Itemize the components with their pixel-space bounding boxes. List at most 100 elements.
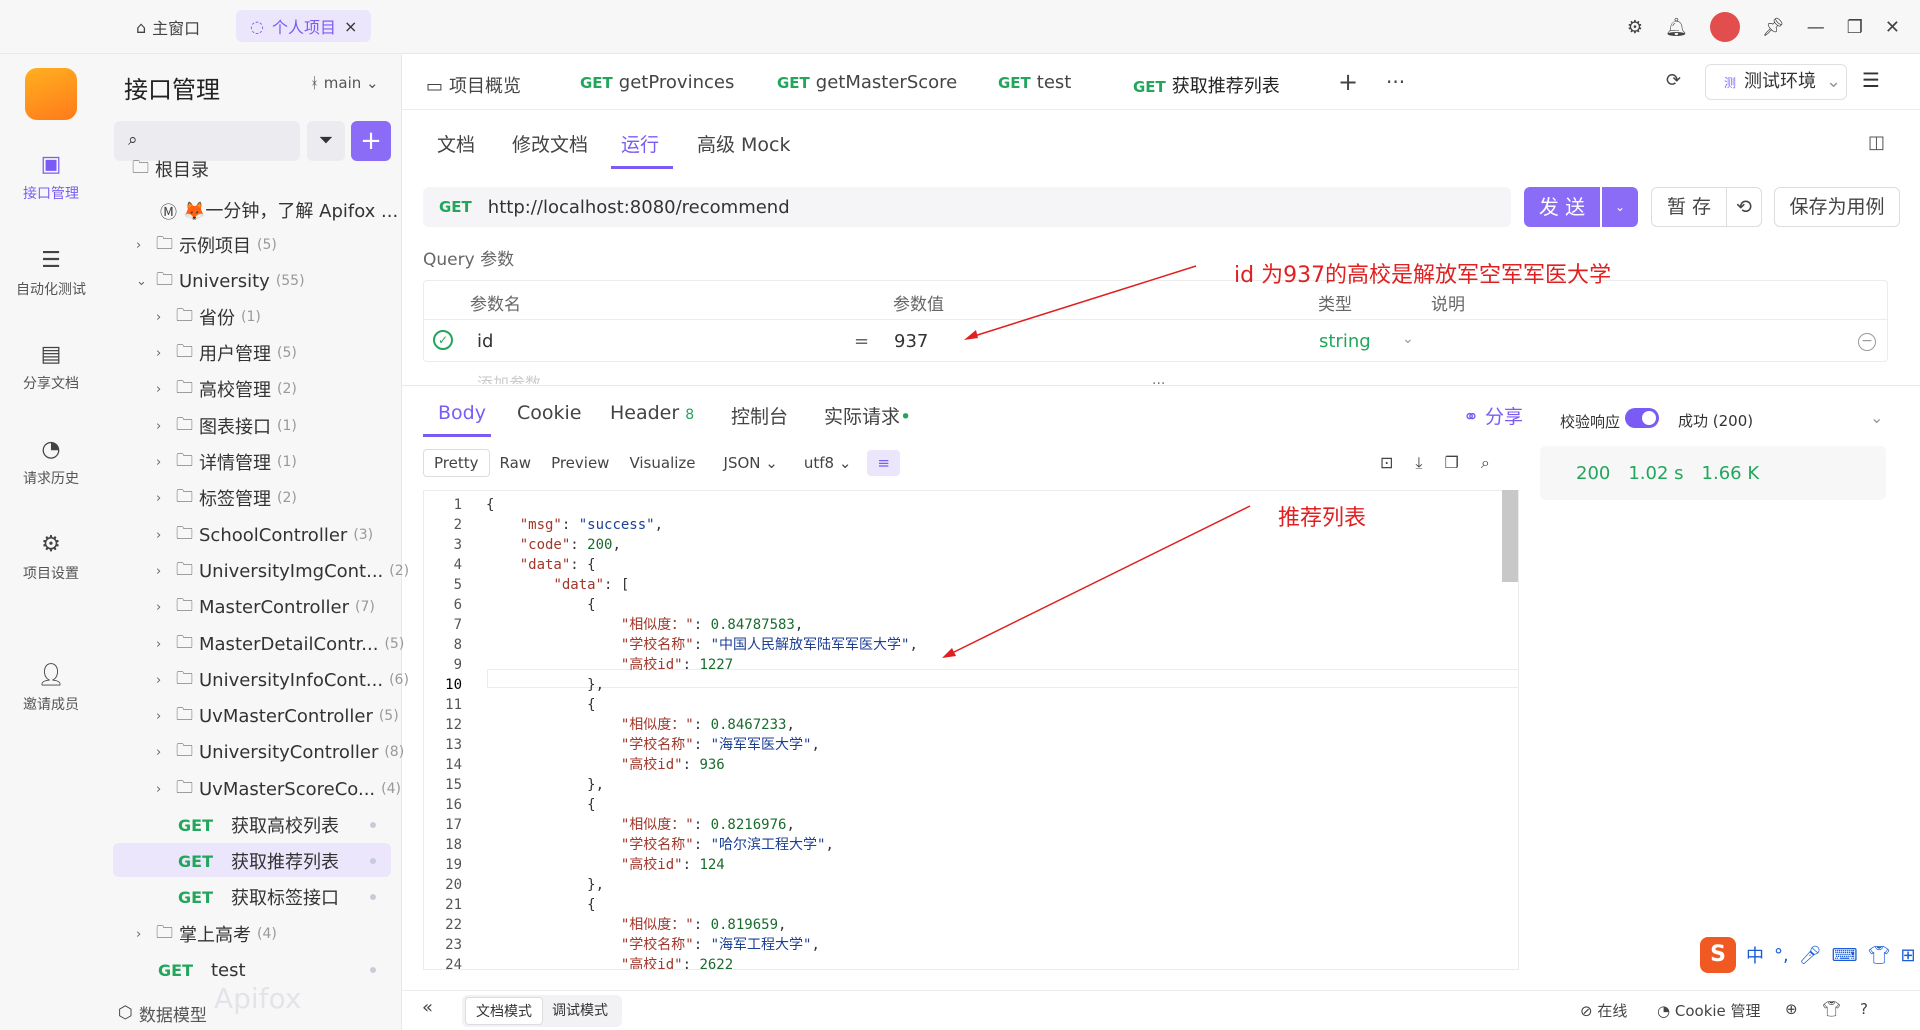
tree-item-root[interactable]: 🗀 根目录 [132,158,209,180]
tree-folder[interactable]: › 🗀 MasterController (7) [156,590,375,624]
add-button[interactable]: + [351,121,391,161]
tree-folder[interactable]: › 🗀 UniversityController (8) [156,735,404,769]
param-type[interactable]: string [1319,331,1371,352]
tree-item-doc[interactable]: Ⓜ 🦊一分钟，了解 Apifox ... [160,193,398,227]
rail-share[interactable]: ▤ 分享文档 [0,342,102,393]
validate-toggle[interactable] [1625,408,1659,428]
tree-folder[interactable]: › 🗀 MasterDetailContr... (5) [156,627,404,661]
close-window-icon[interactable]: ✕ [1885,17,1900,38]
tree-api[interactable]: GET 获取高校列表 [178,808,339,842]
rail-history[interactable]: ◔ 请求历史 [0,437,102,488]
close-icon[interactable]: × [344,17,357,36]
param-value[interactable]: 937 [894,331,928,352]
add-tab-icon[interactable]: + [1338,68,1358,96]
resp-tab-console[interactable]: 控制台 [731,402,788,429]
tree-folder[interactable]: › 🗀 省份 (1) [156,300,261,334]
search-icon[interactable]: ⌕ [1481,453,1490,473]
format-visualize[interactable]: Visualize [619,450,705,476]
online-status[interactable]: ⊘ 在线 [1580,1000,1627,1021]
tree-folder[interactable]: › 🗀 详情管理 (1) [156,445,297,479]
layout-icon[interactable]: ◫ [1868,132,1885,153]
skin-icon[interactable]: 👕︎ [1868,945,1891,966]
resize-handle[interactable]: ··· [1152,376,1165,392]
tree-folder[interactable]: › 🗀 标签管理 (2) [156,481,297,515]
tab-overview[interactable]: ▭ 项目概览 [426,72,521,98]
tab-getprovinces[interactable]: GET getProvinces [580,72,734,93]
tree-folder[interactable]: › 🗀 示例项目 (5) [136,228,277,262]
add-param-placeholder[interactable]: 添加参数 [477,370,541,384]
branch-selector[interactable]: ᚼ main ⌄ [310,74,379,92]
minimize-icon[interactable]: — [1807,17,1825,38]
collapse-icon[interactable]: « [422,997,433,1018]
save-case-button[interactable]: 保存为用例 [1774,187,1900,227]
help-icon[interactable]: ? [1860,1000,1868,1018]
save-button[interactable]: 暂 存 [1651,187,1727,227]
shirt-icon[interactable]: 👕︎ [1822,1000,1841,1018]
mic-icon[interactable]: 🎤︎ [1799,945,1822,966]
home-tab[interactable]: ⌂ 主窗口 [136,15,200,39]
punct-icon[interactable]: °, [1774,945,1789,966]
tree-folder[interactable]: › 🗀 用户管理 (5) [156,336,297,370]
format-raw[interactable]: Raw [490,450,542,476]
url-input[interactable]: GET http://localhost:8080/recommend [423,187,1511,227]
send-dropdown-button[interactable]: ⌄ [1602,187,1638,227]
tree-folder[interactable]: › 🗀 掌上高考 (4) [136,917,277,951]
editor-scrollbar[interactable] [1502,490,1518,582]
send-button[interactable]: 发 送 [1524,187,1600,227]
revert-icon[interactable]: ⟲ [1726,187,1762,227]
tree-folder[interactable]: › 🗀 UniversityImgCont... (2) [156,554,409,588]
doc-mode-button[interactable]: 文档模式 [465,997,543,1025]
subtab-edit-doc[interactable]: 修改文档 [512,130,588,157]
ime-lang[interactable]: 中 [1746,942,1764,968]
download-icon[interactable]: ⤓ [1415,453,1422,473]
tree-folder[interactable]: › 🗀 高校管理 (2) [156,372,297,406]
tree-folder[interactable]: › 🗀 UniversityInfoCont... (6) [156,663,409,697]
copy-icon[interactable]: ❐ [1444,453,1458,473]
tree-folder[interactable]: › 🗀 UvMasterScoreCo... (4) [156,772,401,806]
grid-icon[interactable]: ⊞ [1900,945,1915,966]
keyboard-icon[interactable]: ⌨ [1832,945,1858,966]
remove-icon[interactable]: − [1858,333,1876,351]
tab-getmasterscore[interactable]: GET getMasterScore [777,72,957,93]
tree-folder[interactable]: ⌄ 🗀 University (55) [136,264,305,298]
rail-invite[interactable]: 👤︎ 邀请成员 [0,663,102,714]
resp-tab-cookie[interactable]: Cookie [517,402,582,424]
subtab-run[interactable]: 运行 [621,130,659,157]
lang-select[interactable]: JSON ⌄ [714,450,788,476]
rail-api[interactable]: ▣ 接口管理 [0,152,102,203]
tab-recommend[interactable]: GET 获取推荐列表 [1133,72,1280,98]
format-preview[interactable]: Preview [541,450,619,476]
upload-icon[interactable]: ⊕ [1785,1000,1798,1018]
more-icon[interactable]: ··· [1386,70,1405,94]
sogou-logo[interactable]: S [1700,937,1736,973]
data-model-item[interactable]: ⬡ 数据模型 [118,996,207,1030]
resp-tab-actual[interactable]: 实际请求• [824,402,911,429]
pin-icon[interactable]: 📌︎ [1762,17,1785,38]
refresh-icon[interactable]: ⟳ [1666,70,1681,91]
rail-automation[interactable]: ☰ 自动化测试 [0,248,102,299]
search-input[interactable]: ⌕ [114,121,300,161]
debug-mode-button[interactable]: 调试模式 [542,997,618,1025]
project-tab[interactable]: ◌ 个人项目 × [236,10,372,42]
subtab-mock[interactable]: 高级 Mock [697,130,791,157]
menu-icon[interactable]: ☰ [1862,68,1880,92]
filter-button[interactable]: ⏷ [307,121,345,161]
tab-test[interactable]: GET test [998,72,1071,93]
environment-select[interactable]: 测测试环境 ⌄ [1705,64,1847,100]
bell-icon[interactable]: 🔔︎ [1665,17,1688,38]
tree-folder[interactable]: › 🗀 UvMasterController (5) [156,699,399,733]
rail-settings[interactable]: ⚙ 项目设置 [0,532,102,583]
checkbox-enabled[interactable]: ✓ [433,330,453,350]
tree-folder[interactable]: › 🗀 图表接口 (1) [156,409,297,443]
wrap-icon[interactable]: ≡ [867,450,900,476]
encoding-select[interactable]: utf8 ⌄ [794,450,862,476]
subtab-doc[interactable]: 文档 [437,130,475,157]
chevron-down-icon[interactable]: ⌄ [1870,408,1883,427]
resp-tab-body[interactable]: Body [438,402,486,424]
avatar[interactable] [1709,12,1740,42]
tree-api-selected[interactable]: GET 获取推荐列表 [178,844,339,878]
param-name[interactable]: id [477,331,493,352]
cookie-manager[interactable]: ◔ Cookie 管理 [1657,1000,1761,1021]
maximize-icon[interactable]: ❐ [1847,17,1863,38]
resp-tab-header[interactable]: Header 8 [610,402,694,424]
